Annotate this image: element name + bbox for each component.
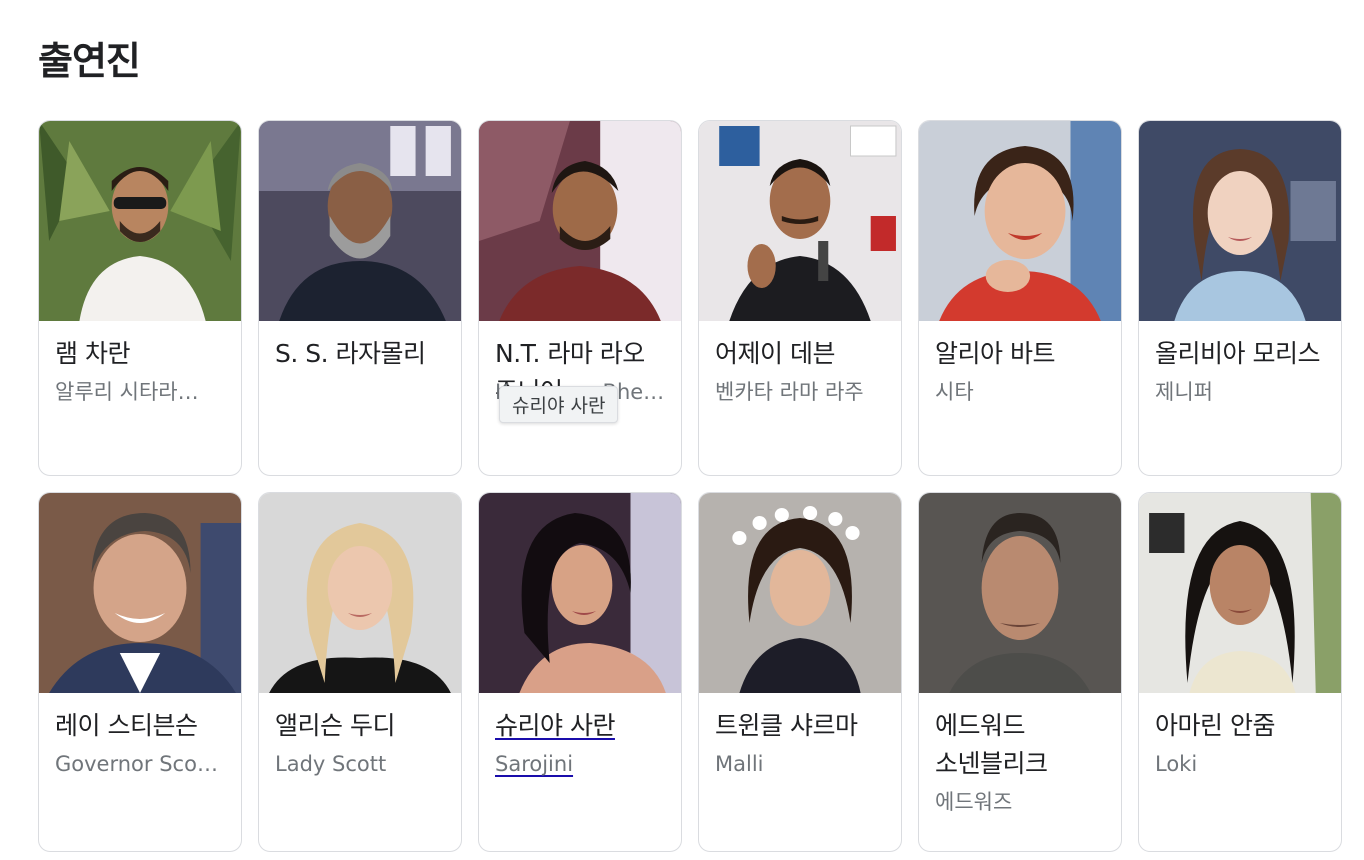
cast-name: S. S. 라자몰리	[275, 339, 426, 368]
cast-name: 앨리슨 두디	[275, 711, 395, 740]
cast-card[interactable]: 올리비아 모리스 제니퍼	[1138, 120, 1342, 476]
cast-card[interactable]: 에드워드 소넨블리크 에드워즈	[918, 492, 1122, 852]
cast-name: 램 차란	[55, 339, 130, 368]
cast-photo	[259, 493, 461, 693]
cast-name: 알리아 바트	[935, 339, 1055, 368]
cast-name: 아마린 안줌	[1155, 711, 1275, 740]
hover-tooltip: 슈리야 사란	[499, 386, 619, 423]
cast-role: 알루리 시타라…	[55, 380, 199, 404]
cast-role: 에드워즈	[935, 790, 1013, 814]
cast-role: Malli	[715, 752, 764, 776]
cast-name: 트윈클 샤르마	[715, 711, 858, 740]
cast-photo	[479, 121, 681, 321]
cast-role: Governor Scot…	[55, 752, 225, 776]
cast-photo	[1139, 121, 1341, 321]
cast-card[interactable]: 아마린 안줌 Loki	[1138, 492, 1342, 852]
cast-card[interactable]: 트윈클 샤르마 Malli	[698, 492, 902, 852]
cast-photo	[259, 121, 461, 321]
cast-role: Lady Scott	[275, 752, 387, 776]
cast-photo	[39, 493, 241, 693]
cast-role: 제니퍼	[1155, 380, 1213, 404]
cast-card[interactable]: 레이 스티븐슨 Governor Scot…	[38, 492, 242, 852]
cast-photo	[699, 493, 901, 693]
cast-role: 시타	[935, 380, 974, 404]
cast-photo	[1139, 493, 1341, 693]
cast-photo	[479, 493, 681, 693]
cast-name: 어제이 데븐	[715, 339, 835, 368]
cast-name: 올리비아 모리스	[1155, 339, 1320, 368]
cast-photo	[39, 121, 241, 321]
cast-grid: 램 차란 알루리 시타라… S. S. 라자몰리 N.T. 라마 라오 Bhe……	[38, 120, 1342, 852]
cast-name: 에드워드 소넨블리크	[935, 711, 1048, 778]
cast-card[interactable]: 어제이 데븐 벤카타 라마 라주	[698, 120, 902, 476]
cast-card[interactable]: 알리아 바트 시타	[918, 120, 1122, 476]
cast-card[interactable]: 슈리야 사란 Sarojini	[478, 492, 682, 852]
cast-photo	[699, 121, 901, 321]
cast-card[interactable]: S. S. 라자몰리	[258, 120, 462, 476]
section-title: 출연진	[38, 39, 141, 83]
cast-role: 벤카타 라마 라주	[715, 380, 864, 404]
cast-name: 레이 스티븐슨	[55, 711, 198, 740]
cast-role: Sarojini	[495, 752, 574, 776]
cast-photo	[919, 121, 1121, 321]
cast-name: N.T. 라마 라오 주니어	[495, 339, 645, 406]
cast-card[interactable]: 앨리슨 두디 Lady Scott	[258, 492, 462, 852]
cast-name: 슈리야 사란	[495, 711, 615, 740]
cast-role: Loki	[1155, 752, 1198, 776]
cast-photo	[919, 493, 1121, 693]
cast-card[interactable]: 램 차란 알루리 시타라…	[38, 120, 242, 476]
